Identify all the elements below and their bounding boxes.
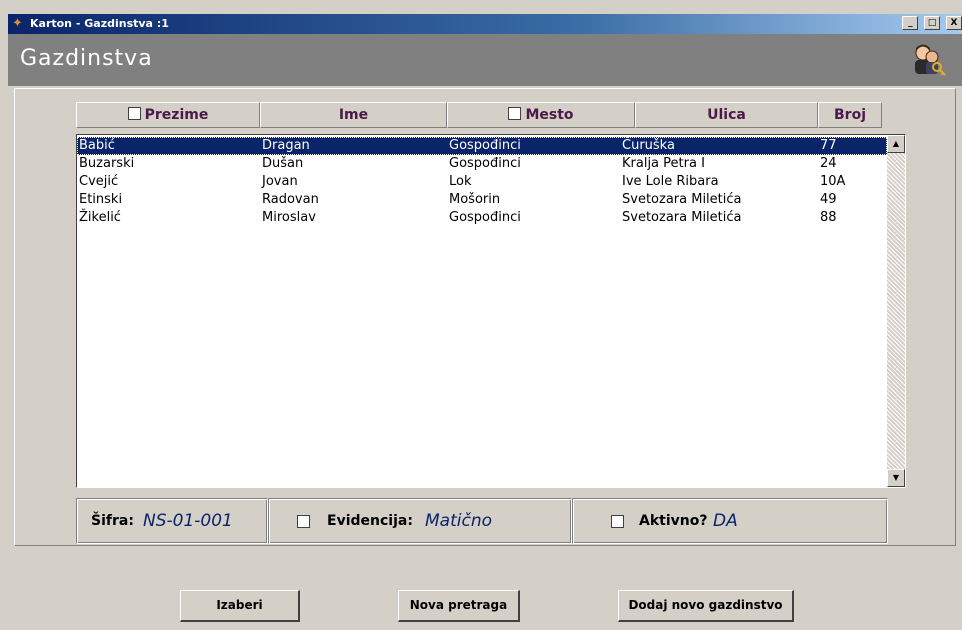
cell-mesto: Mošorin: [449, 192, 501, 207]
cell-ulica: Kralja Petra I: [622, 156, 705, 171]
evidencija-checkbox[interactable]: [297, 515, 310, 528]
cell-broj: 10A: [820, 174, 846, 189]
aktivno-checkbox[interactable]: [611, 515, 624, 528]
cell-mesto: Gospođinci: [449, 138, 521, 153]
column-label-mesto: Mesto: [525, 107, 574, 123]
cell-broj: 49: [820, 192, 837, 207]
list-item[interactable]: Žikelić Miroslav Gospođinci Svetozara Milet…: [77, 209, 887, 227]
cell-broj: 24: [820, 156, 837, 171]
column-label-broj: Broj: [834, 107, 866, 123]
scroll-up-button[interactable]: ▲: [887, 135, 905, 153]
aktivno-label: Aktivno?: [639, 513, 708, 529]
page-title: Gazdinstva: [20, 46, 153, 71]
dodaj-novo-gazdinstvo-button[interactable]: Dodaj novo gazdinstvo: [618, 590, 794, 622]
cell-prezime: Žikelić: [79, 210, 121, 225]
cell-mesto: Gospođinci: [449, 156, 521, 171]
form-header: Gazdinstva: [8, 34, 962, 86]
cell-ulica: Svetozara Miletića: [622, 192, 742, 207]
list-item[interactable]: Buzarski Dušan Gospođinci Kralja Petra I 24: [77, 155, 887, 173]
cell-ime: Jovan: [262, 174, 298, 189]
izaberi-button[interactable]: Izaberi: [180, 590, 300, 622]
column-header-prezime[interactable]: Prezime: [76, 102, 260, 128]
sifra-label: Šifra:: [91, 513, 134, 529]
minimize-button[interactable]: _: [902, 16, 919, 30]
scroll-down-button[interactable]: ▼: [887, 469, 905, 487]
window-titlebar[interactable]: ✦ Karton - Gazdinstva :1 _ □ X: [8, 14, 962, 34]
sifra-value: NS-01-001: [143, 511, 233, 531]
list-item[interactable]: Etinski Radovan Mošorin Svetozara Miletića 4…: [77, 191, 887, 209]
prezime-sort-checkbox[interactable]: [127, 107, 141, 120]
cell-ulica: Svetozara Miletića: [622, 210, 742, 225]
cell-ulica: Čuruška: [622, 138, 675, 153]
aktivno-value: DA: [713, 511, 738, 531]
column-header-mesto[interactable]: Mesto: [447, 102, 635, 128]
cell-prezime: Etinski: [79, 192, 123, 207]
cell-prezime: Babić: [79, 138, 115, 153]
list-item[interactable]: Babić Dragan Gospođinci Čuruška 77: [77, 137, 887, 155]
cell-mesto: Lok: [449, 174, 472, 189]
evidencija-box: Evidencija: Matično: [268, 498, 572, 544]
column-header-broj[interactable]: Broj: [818, 102, 882, 128]
cell-ime: Dušan: [262, 156, 304, 171]
list-item[interactable]: Cvejić Jovan Lok Ive Lole Ribara 10A: [77, 173, 887, 191]
cell-broj: 77: [820, 138, 837, 153]
cell-ime: Dragan: [262, 138, 310, 153]
aktivno-box: Aktivno? DA: [572, 498, 888, 544]
evidencija-label: Evidencija:: [327, 513, 413, 529]
close-button[interactable]: X: [946, 16, 962, 30]
evidencija-value: Matično: [425, 511, 492, 531]
cell-ime: Miroslav: [262, 210, 316, 225]
cell-ulica: Ive Lole Ribara: [622, 174, 719, 189]
column-header-ime[interactable]: Ime: [260, 102, 447, 128]
cell-broj: 88: [820, 210, 837, 225]
households-list[interactable]: Babić Dragan Gospođinci Čuruška 77 Buzarski Du…: [76, 134, 906, 488]
maximize-button[interactable]: □: [924, 16, 941, 30]
column-header-ulica[interactable]: Ulica: [635, 102, 818, 128]
cell-mesto: Gospođinci: [449, 210, 521, 225]
nova-pretraga-button[interactable]: Nova pretraga: [398, 590, 520, 622]
cell-prezime: Cvejić: [79, 174, 119, 189]
column-label-ime: Ime: [338, 107, 369, 123]
cell-prezime: Buzarski: [79, 156, 135, 171]
mesto-sort-checkbox[interactable]: [508, 107, 522, 120]
window-controls: _ □ X: [900, 16, 962, 32]
column-label-prezime: Prezime: [144, 107, 209, 123]
window-title: Karton - Gazdinstva :1: [30, 17, 169, 30]
cell-ime: Radovan: [262, 192, 319, 207]
app-fox-icon: ✦: [12, 16, 23, 31]
sifra-box: Šifra: NS-01-001: [76, 498, 268, 544]
vertical-scrollbar[interactable]: ▲ ▼: [887, 135, 905, 487]
column-label-ulica: Ulica: [707, 107, 746, 123]
users-key-icon: [915, 44, 946, 76]
